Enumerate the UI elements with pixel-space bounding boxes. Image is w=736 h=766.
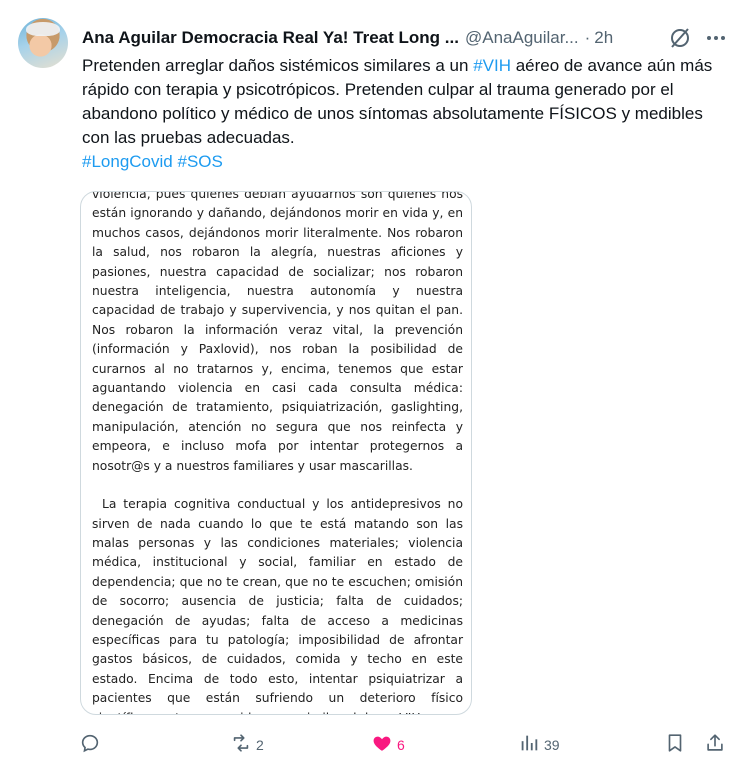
post-text-part1: Pretenden arreglar daños sistémicos simi… — [82, 56, 474, 75]
post-text: Pretenden arreglar daños sistémicos simi… — [82, 54, 732, 174]
repost-icon — [230, 732, 252, 759]
repost-button[interactable]: 2 — [230, 730, 264, 760]
document-text: violencia, pues quienes debían ayudarnos… — [81, 191, 471, 714]
grok-icon[interactable] — [668, 26, 692, 50]
separator: · — [584, 28, 591, 47]
avatar[interactable] — [18, 18, 68, 68]
views-count: 39 — [544, 737, 560, 753]
hashtag-vih[interactable]: #VIH — [473, 56, 511, 75]
author-display-name[interactable]: Ana Aguilar Democracia Real Ya! Treat Lo… — [82, 28, 459, 48]
reply-icon — [79, 732, 101, 759]
share-icon — [704, 732, 726, 759]
document-paragraph-2: La terapia cognitiva conductual y los an… — [92, 497, 463, 714]
like-icon — [371, 732, 393, 759]
share-button[interactable] — [704, 730, 726, 760]
hashtag-sos[interactable]: #SOS — [177, 152, 222, 171]
like-button[interactable]: 6 — [371, 730, 405, 760]
bookmark-icon — [664, 732, 686, 759]
tweet-header: Ana Aguilar Democracia Real Ya! Treat Lo… — [82, 26, 725, 50]
action-bar: 2 6 39 — [0, 730, 736, 760]
hashtag-longcovid[interactable]: #LongCovid — [82, 152, 173, 171]
reply-button[interactable] — [79, 730, 101, 760]
views-button[interactable]: 39 — [518, 730, 560, 760]
author-handle[interactable]: @AnaAguilar... — [465, 28, 579, 48]
post-time[interactable]: 2h — [594, 28, 613, 48]
views-icon — [518, 732, 540, 759]
like-count: 6 — [397, 737, 405, 753]
bookmark-button[interactable] — [664, 730, 686, 760]
tweet: Ana Aguilar Democracia Real Ya! Treat Lo… — [0, 0, 736, 766]
attached-image[interactable]: violencia, pues quienes debían ayudarnos… — [80, 191, 472, 715]
repost-count: 2 — [256, 737, 264, 753]
document-paragraph-1: violencia, pues quienes debían ayudarnos… — [92, 191, 463, 473]
more-icon[interactable] — [704, 26, 728, 50]
